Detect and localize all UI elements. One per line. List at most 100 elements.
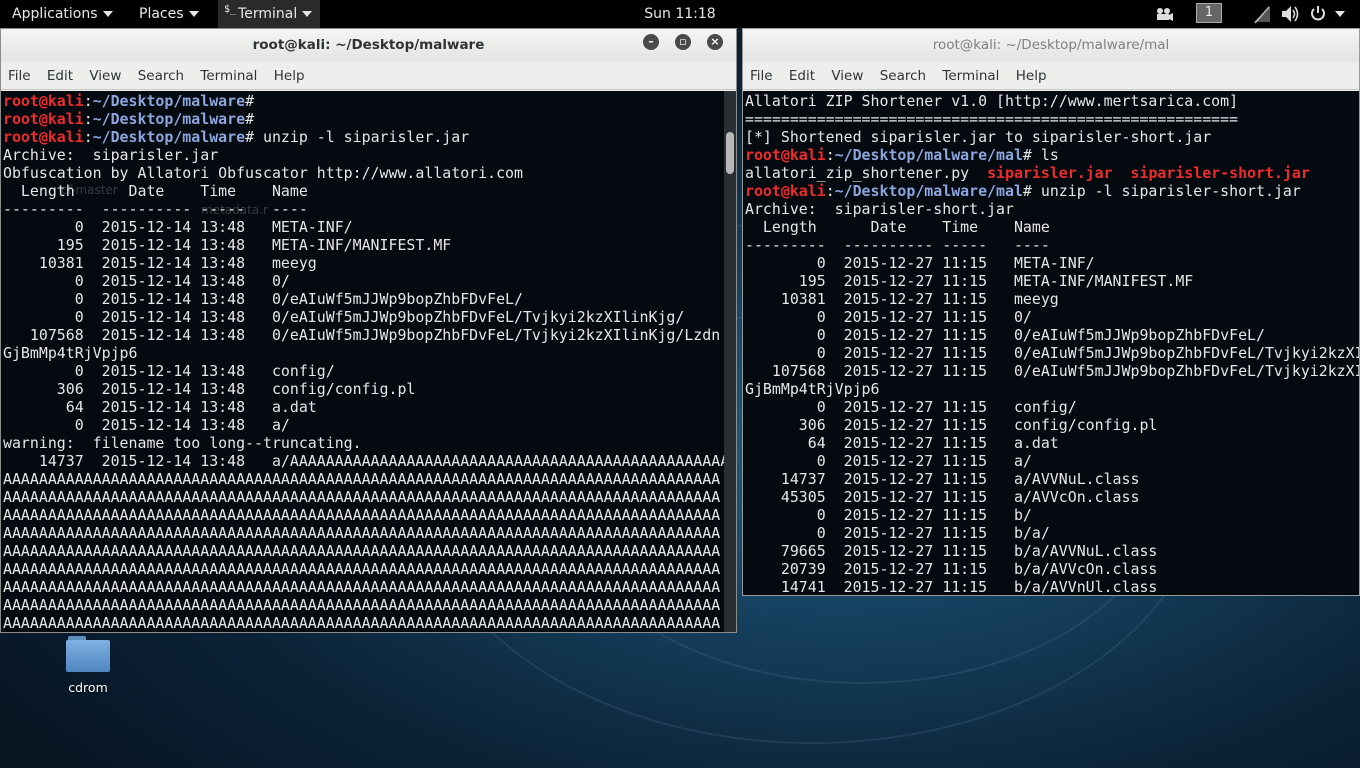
network-icon[interactable] [1252,0,1272,28]
terminal-text: # ls [1022,146,1059,164]
terminal-lines: Allatori ZIP Shortener v1.0 [http://www.… [743,91,1359,595]
menu-view[interactable]: View [831,68,863,84]
menu-file[interactable]: File [8,68,31,84]
terminal-text: 0 2015-12-14 13:48 0/ [3,272,290,290]
menu-help[interactable]: Help [1016,68,1047,84]
terminal-text: 0 2015-12-27 11:15 0/eAIuWf5mJJWp9bopZhb… [745,344,1359,362]
terminal-line: Length Date Time Name [3,182,736,200]
terminal-line: allatori_zip_shortener.py siparisler.jar… [745,164,1359,182]
terminal-line: 0 2015-12-27 11:15 0/eAIuWf5mJJWp9bopZhb… [745,326,1359,344]
menu-terminal[interactable]: Terminal [942,68,999,84]
video-icon[interactable] [1154,0,1174,28]
terminal-app-menu[interactable]: $_ Terminal [218,0,321,28]
terminal-text: : [825,146,835,164]
terminal-text: 0 2015-12-14 13:48 0/eAIuWf5mJJWp9bopZhb… [3,290,523,308]
terminal-text: 306 2015-12-14 13:48 config/config.pl [3,380,416,398]
terminal-line: AAAAAAAAAAAAAAAAAAAAAAAAAAAAAAAAAAAAAAAA… [3,470,736,488]
terminal-line: 14737 2015-12-27 11:15 a/AVVNuL.class [745,470,1359,488]
terminal-text: 107568 2015-12-14 13:48 0/eAIuWf5mJJWp9b… [3,326,721,344]
terminal-text: 79665 2015-12-27 11:15 b/a/AVVNuL.class [745,542,1158,560]
menu-search[interactable]: Search [880,68,926,84]
terminal-text: 0 2015-12-27 11:15 a/ [745,452,1032,470]
workspace-indicator[interactable]: 1 [1196,3,1222,23]
system-menu-chevron-icon[interactable] [1332,0,1345,28]
terminal-window-right[interactable]: root@kali: ~/Desktop/malware/mal File Ed… [742,28,1360,596]
terminal-line: Allatori ZIP Shortener v1.0 [http://www.… [745,92,1359,110]
terminal-text: --------- ---------- ----- ---- [3,200,308,218]
terminal-line: 45305 2015-12-27 11:15 a/AVVcOn.class [745,488,1359,506]
menubar: File Edit View Search Terminal Help [743,62,1359,90]
terminal-line: 0 2015-12-27 11:15 b/ [745,506,1359,524]
applications-menu[interactable]: Applications [12,0,113,28]
maximize-icon[interactable]: ▫ [675,34,691,50]
terminal-text: : [83,110,93,128]
terminal-line: root@kali:~/Desktop/malware/mal# unzip -… [745,182,1359,200]
chevron-down-icon [188,11,199,17]
terminal-icon: $_ [224,4,237,15]
menu-file[interactable]: File [750,68,773,84]
terminal-line: 0 2015-12-27 11:15 0/eAIuWf5mJJWp9bopZhb… [745,344,1359,362]
terminal-window-left[interactable]: root@kali: ~/Desktop/malware – ▫ × File … [0,28,737,633]
chevron-down-icon [302,11,313,17]
scrollbar[interactable] [724,91,736,632]
terminal-text: 0 2015-12-27 11:15 0/ [745,308,1032,326]
terminal-text: Obfuscation by Allatori Obfuscator http:… [3,164,523,182]
terminal-text: warning: filename too long--truncating. [3,434,362,452]
terminal-line: 14741 2015-12-27 11:15 b/a/AVVnUl.class [745,578,1359,595]
terminal-text: AAAAAAAAAAAAAAAAAAAAAAAAAAAAAAAAAAAAAAAA… [3,506,721,524]
folder-icon [66,634,110,672]
terminal-output[interactable]: cf-master metadata.r root@kali:~/Desktop… [1,91,736,632]
terminal-text: 10381 2015-12-14 13:48 meeyg [3,254,317,272]
terminal-text: GjBmMp4tRjVpjp6 [745,380,880,398]
window-titlebar[interactable]: root@kali: ~/Desktop/malware – ▫ × [1,29,736,62]
terminal-line: GjBmMp4tRjVpjp6 [745,380,1359,398]
terminal-text: AAAAAAAAAAAAAAAAAAAAAAAAAAAAAAAAAAAAAAAA… [3,470,721,488]
terminal-text: 0 2015-12-27 11:15 0/eAIuWf5mJJWp9bopZhb… [745,326,1265,344]
terminal-line: 107568 2015-12-14 13:48 0/eAIuWf5mJJWp9b… [3,326,736,344]
terminal-text: 20739 2015-12-27 11:15 b/a/AVVcOn.class [745,560,1158,578]
terminal-text: 0 2015-12-14 13:48 a/ [3,416,290,434]
terminal-lines: root@kali:~/Desktop/malware# root@kali:~/… [1,91,736,632]
window-titlebar[interactable]: root@kali: ~/Desktop/malware/mal [743,29,1359,62]
terminal-text: ~/Desktop/malware [92,128,246,146]
volume-icon[interactable] [1280,0,1300,28]
places-menu[interactable]: Places [139,0,199,28]
terminal-text: ~/Desktop/malware/mal [834,182,1023,200]
terminal-text: ========================================… [745,110,1239,128]
terminal-text: 0 2015-12-27 11:15 b/a/ [745,524,1050,542]
menubar: File Edit View Search Terminal Help [1,62,736,90]
menu-help[interactable]: Help [274,68,305,84]
terminal-text: AAAAAAAAAAAAAAAAAAAAAAAAAAAAAAAAAAAAAAAA… [3,578,721,596]
terminal-text: 0 2015-12-14 13:48 META-INF/ [3,218,353,236]
terminal-line: 0 2015-12-14 13:48 config/ [3,362,736,380]
terminal-line: 20739 2015-12-27 11:15 b/a/AVVcOn.class [745,560,1359,578]
menu-search[interactable]: Search [138,68,184,84]
menu-view[interactable]: View [89,68,121,84]
desktop-icon-cdrom[interactable]: cdrom [56,634,120,695]
terminal-text: [*] Shortened siparisler.jar to siparisl… [745,128,1212,146]
terminal-line: 0 2015-12-27 11:15 b/a/ [745,524,1359,542]
minimize-icon[interactable]: – [643,34,659,50]
close-icon[interactable]: × [707,34,723,50]
terminal-line: 0 2015-12-14 13:48 META-INF/ [3,218,736,236]
menu-edit[interactable]: Edit [47,68,73,84]
menu-edit[interactable]: Edit [789,68,815,84]
menu-terminal[interactable]: Terminal [200,68,257,84]
window-title: root@kali: ~/Desktop/malware/mal [932,37,1170,53]
applications-label: Applications [12,6,98,22]
scrollbar-thumb[interactable] [726,132,734,174]
terminal-line: 0 2015-12-27 11:15 META-INF/ [745,254,1359,272]
clock[interactable]: Sun 11:18 [644,6,715,22]
terminal-text: 64 2015-12-14 13:48 a.dat [3,398,317,416]
terminal-text: 14737 2015-12-14 13:48 a/AAAAAAAAAAAAAAA… [3,452,730,470]
power-icon[interactable] [1309,0,1327,28]
terminal-text: 14741 2015-12-27 11:15 b/a/AVVnUl.class [745,578,1158,595]
terminal-text: Archive: siparisler.jar [3,146,219,164]
terminal-text: 195 2015-12-27 11:15 META-INF/MANIFEST.M… [745,272,1194,290]
terminal-text: # [245,92,255,110]
terminal-text: allatori_zip_shortener.py [745,164,988,182]
terminal-line: 0 2015-12-14 13:48 0/eAIuWf5mJJWp9bopZhb… [3,290,736,308]
terminal-text: # unzip -l siparisler-short.jar [1022,182,1301,200]
terminal-output[interactable]: Allatori ZIP Shortener v1.0 [http://www.… [743,91,1359,595]
